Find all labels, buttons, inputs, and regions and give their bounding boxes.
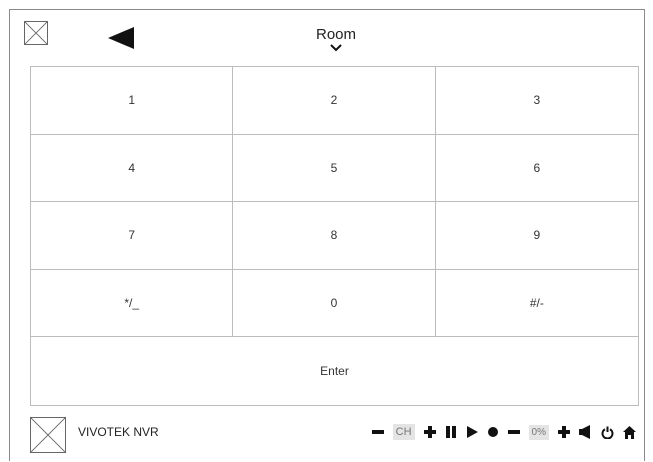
channel-down-button[interactable] — [371, 426, 384, 438]
home-icon — [623, 425, 636, 439]
control-strip: CH 0% — [371, 420, 636, 444]
room-selector[interactable]: Room — [310, 26, 362, 52]
key-4[interactable]: 4 — [31, 134, 234, 203]
channel-up-button[interactable] — [423, 426, 436, 438]
key-star[interactable]: */_ — [31, 269, 234, 338]
channel-label: CH — [392, 424, 415, 440]
key-2[interactable]: 2 — [233, 67, 436, 135]
key-1[interactable]: 1 — [31, 67, 234, 135]
top-bar: Room — [10, 10, 644, 66]
pause-button[interactable] — [445, 426, 457, 438]
plus-icon — [423, 426, 436, 438]
volume-down-button[interactable] — [507, 426, 520, 438]
device-icon — [30, 417, 66, 453]
mute-button[interactable] — [579, 425, 592, 439]
back-button[interactable] — [106, 26, 138, 50]
play-icon — [466, 426, 478, 438]
key-6[interactable]: 6 — [435, 135, 638, 203]
key-0[interactable]: 0 — [233, 269, 436, 338]
key-3[interactable]: 3 — [435, 67, 638, 135]
record-button[interactable] — [487, 426, 499, 438]
keypad: 1 2 3 4 5 6 7 8 9 */_ 0 #/- Enter — [30, 66, 639, 406]
key-hash[interactable]: #/- — [435, 270, 638, 338]
home-button[interactable] — [623, 425, 636, 439]
key-8[interactable]: 8 — [233, 202, 436, 270]
remote-panel: Room 1 2 3 4 5 6 7 8 9 */_ 0 #/- Enter V… — [9, 9, 645, 461]
power-icon — [601, 426, 614, 439]
power-button[interactable] — [601, 426, 614, 439]
room-label: Room — [315, 26, 356, 43]
minus-icon — [507, 430, 520, 434]
chevron-down-icon — [330, 44, 342, 52]
minus-icon — [371, 430, 384, 434]
pause-icon — [445, 426, 456, 438]
back-triangle-icon — [108, 27, 134, 49]
volume-level: 0% — [528, 424, 549, 440]
speaker-icon — [579, 425, 590, 439]
key-5[interactable]: 5 — [233, 134, 436, 203]
close-icon[interactable] — [24, 21, 48, 45]
plus-icon — [558, 426, 570, 438]
key-9[interactable]: 9 — [435, 202, 638, 270]
play-button[interactable] — [466, 426, 478, 438]
volume-up-button[interactable] — [558, 426, 570, 438]
device-name: VIVOTEK NVR — [78, 425, 159, 439]
bottom-bar: VIVOTEK NVR CH 0% — [10, 408, 644, 462]
enter-button[interactable]: Enter — [31, 337, 638, 405]
key-7[interactable]: 7 — [31, 202, 234, 270]
record-icon — [487, 427, 498, 437]
